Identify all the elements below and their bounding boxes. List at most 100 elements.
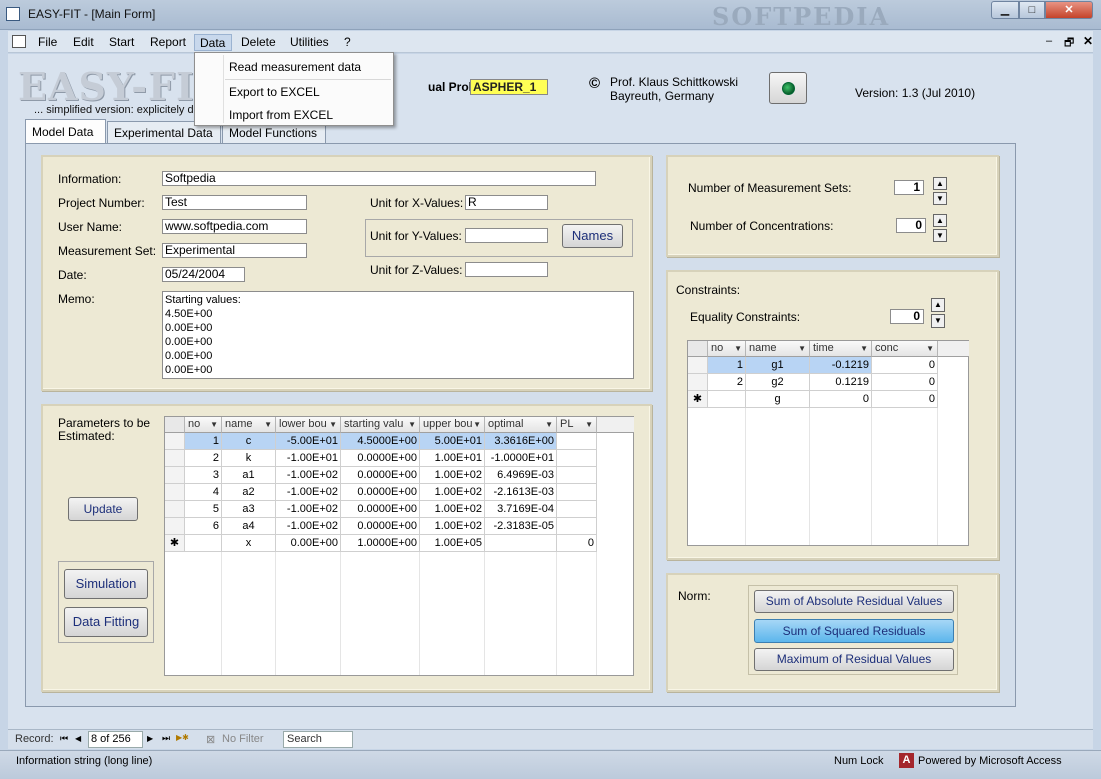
menu-report[interactable]: Report (145, 34, 191, 51)
max-residual-button[interactable]: Maximum of Residual Values (754, 648, 954, 671)
conc-up-button[interactable]: ▲ (933, 214, 947, 227)
menu-utilities[interactable]: Utilities (285, 34, 334, 51)
table-cell[interactable] (708, 391, 746, 408)
table-cell[interactable]: 2 (708, 374, 746, 391)
concentrations-field[interactable]: 0 (896, 218, 926, 233)
table-cell[interactable]: 1.00E+02 (420, 518, 485, 535)
menu-item-export-excel[interactable]: Export to EXCEL (197, 80, 391, 102)
table-cell[interactable]: 6 (185, 518, 222, 535)
unit-y-field[interactable] (465, 228, 548, 243)
no-filter-label[interactable]: No Filter (222, 733, 264, 745)
row-selector[interactable] (165, 501, 185, 518)
table-cell[interactable]: 0 (557, 535, 597, 552)
table-cell[interactable]: 2 (185, 450, 222, 467)
new-record-icon[interactable]: ▶✱ (176, 733, 189, 742)
table-cell[interactable]: 0.00E+00 (276, 535, 341, 552)
row-selector[interactable] (165, 450, 185, 467)
table-cell[interactable]: 1.00E+05 (420, 535, 485, 552)
col-header-pl[interactable]: PL ▼ (557, 417, 597, 433)
menu-start[interactable]: Start (104, 34, 139, 51)
equality-constraints-field[interactable]: 0 (890, 309, 924, 324)
doc-restore-icon[interactable]: 🗗 (1064, 34, 1074, 53)
col-header-name[interactable]: name ▼ (746, 341, 810, 357)
table-cell[interactable]: -1.00E+02 (276, 484, 341, 501)
menu-item-read-measurement-data[interactable]: Read measurement data (197, 55, 391, 77)
constraints-table[interactable]: no ▼ name ▼ time ▼ conc ▼ 1 g1 -0.1219 0 2 g2 0.12… (687, 340, 969, 645)
measurement-set-field[interactable]: Experimental (162, 243, 307, 258)
row-selector[interactable] (165, 484, 185, 501)
record-number-field[interactable]: 8 of 256 (88, 731, 143, 748)
col-header-optimal[interactable]: optimal ▼ (485, 417, 557, 433)
table-cell[interactable]: -1.0000E+01 (485, 450, 557, 467)
table-cell[interactable]: g2 (746, 374, 810, 391)
information-field[interactable]: Softpedia (162, 171, 596, 186)
table-cell[interactable] (557, 501, 597, 518)
table-cell[interactable]: 4.5000E+00 (341, 433, 420, 450)
col-header-no[interactable]: no ▼ (708, 341, 746, 357)
table-cell[interactable]: g (746, 391, 810, 408)
table-cell[interactable] (557, 484, 597, 501)
parameters-table[interactable]: no ▼ name ▼ lower bou ▼ starting valu ▼ uppe… (164, 416, 634, 676)
table-cell[interactable]: 1 (185, 433, 222, 450)
next-record-icon[interactable]: ▶ (147, 734, 153, 743)
table-cell[interactable]: a2 (222, 484, 276, 501)
table-cell[interactable]: 0 (872, 357, 938, 374)
col-header-name[interactable]: name ▼ (222, 417, 276, 433)
table-cell[interactable]: 0.0000E+00 (341, 484, 420, 501)
row-selector[interactable] (688, 374, 708, 391)
table-cell[interactable]: g1 (746, 357, 810, 374)
project-number-field[interactable]: Test (162, 195, 307, 210)
web-button[interactable] (769, 72, 807, 104)
table-cell[interactable]: 1.00E+02 (420, 501, 485, 518)
row-selector[interactable] (688, 357, 708, 374)
sets-up-button[interactable]: ▲ (933, 177, 947, 190)
prev-record-icon[interactable]: ◀ (75, 734, 81, 743)
simulation-button[interactable]: Simulation (64, 569, 148, 599)
conc-down-button[interactable]: ▼ (933, 229, 947, 242)
table-cell[interactable]: 5 (185, 501, 222, 518)
unit-x-field[interactable]: R (465, 195, 548, 210)
table-cell[interactable] (485, 535, 557, 552)
user-name-field[interactable]: www.softpedia.com (162, 219, 307, 234)
row-selector[interactable] (165, 467, 185, 484)
date-field[interactable]: 05/24/2004 (162, 267, 245, 282)
row-selector[interactable] (165, 518, 185, 535)
col-header-conc[interactable]: conc ▼ (872, 341, 938, 357)
maximize-button[interactable]: □ (1019, 1, 1045, 19)
menu-item-import-excel[interactable]: Import from EXCEL (197, 103, 391, 125)
table-cell[interactable]: x (222, 535, 276, 552)
table-cell[interactable]: -1.00E+01 (276, 450, 341, 467)
last-record-icon[interactable]: ⏭ (162, 733, 170, 744)
measurement-sets-field[interactable]: 1 (894, 180, 924, 195)
unit-z-field[interactable] (465, 262, 548, 277)
table-cell[interactable]: -0.1219 (810, 357, 872, 374)
col-header-starting-value[interactable]: starting valu ▼ (341, 417, 420, 433)
doc-close-icon[interactable]: ✕ (1083, 34, 1093, 48)
menu-edit[interactable]: Edit (68, 34, 99, 51)
table-cell[interactable]: -5.00E+01 (276, 433, 341, 450)
table-cell[interactable]: -2.1613E-03 (485, 484, 557, 501)
update-button[interactable]: Update (68, 497, 138, 521)
minimize-button[interactable]: ▁ (991, 1, 1019, 19)
table-cell[interactable] (557, 518, 597, 535)
table-cell[interactable]: 6.4969E-03 (485, 467, 557, 484)
sum-absolute-residual-button[interactable]: Sum of Absolute Residual Values (754, 590, 954, 613)
table-cell[interactable]: -1.00E+02 (276, 518, 341, 535)
table-cell[interactable] (557, 450, 597, 467)
table-cell[interactable]: 0.0000E+00 (341, 467, 420, 484)
menu-data[interactable]: Data (194, 34, 232, 51)
table-cell[interactable]: 4 (185, 484, 222, 501)
col-header-lower-bound[interactable]: lower bou ▼ (276, 417, 341, 433)
table-cell[interactable]: 0 (872, 391, 938, 408)
table-cell[interactable]: 0.0000E+00 (341, 518, 420, 535)
search-input[interactable]: Search (283, 731, 353, 748)
table-cell[interactable]: 0.0000E+00 (341, 450, 420, 467)
close-button[interactable]: ✕ (1045, 1, 1093, 19)
data-fitting-button[interactable]: Data Fitting (64, 607, 148, 637)
first-record-icon[interactable]: ⏮ (60, 733, 68, 744)
table-cell[interactable]: 3.7169E-04 (485, 501, 557, 518)
table-cell[interactable] (557, 433, 597, 450)
table-cell[interactable] (185, 535, 222, 552)
col-header-time[interactable]: time ▼ (810, 341, 872, 357)
sets-down-button[interactable]: ▼ (933, 192, 947, 205)
